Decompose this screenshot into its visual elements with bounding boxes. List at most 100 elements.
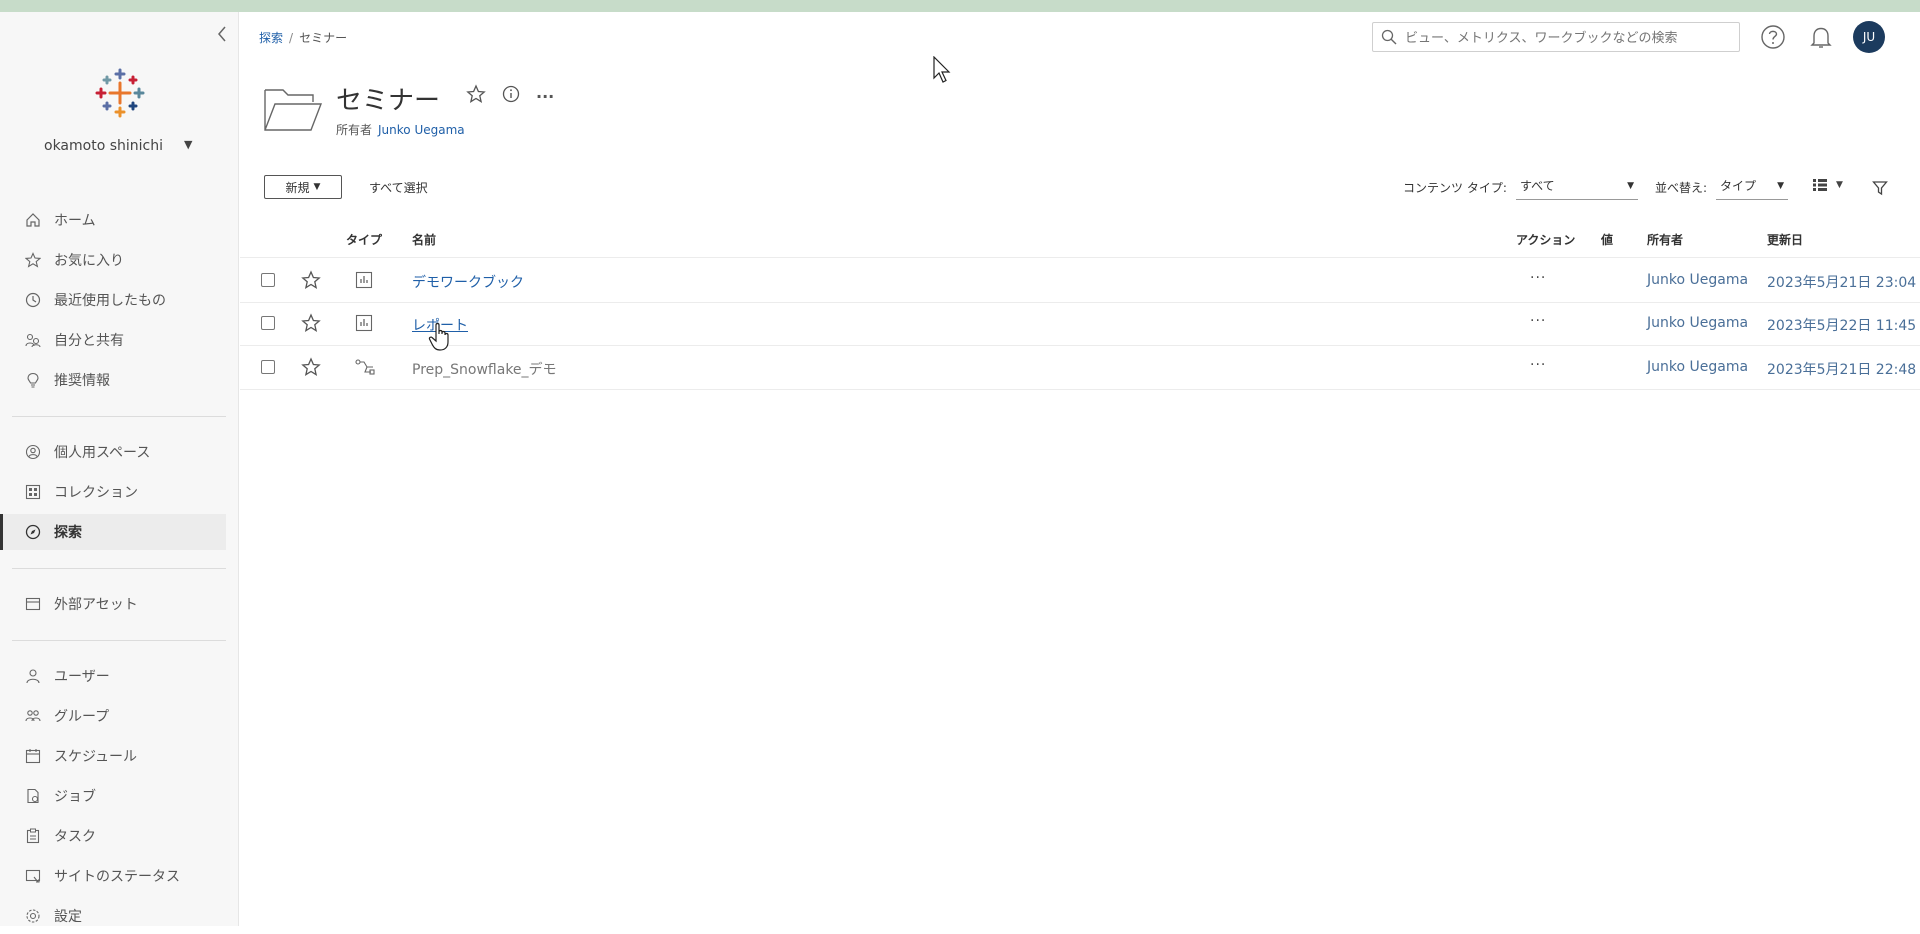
nav-label: ホーム <box>54 213 96 229</box>
nav-external-assets[interactable]: 外部アセット <box>0 586 226 622</box>
row-owner: Junko Uegama <box>1647 272 1749 288</box>
mouse-cursor-icon <box>933 56 951 83</box>
collection-icon <box>24 483 42 501</box>
nav-label: ジョブ <box>54 789 96 805</box>
item-name-link[interactable]: デモワークブック <box>412 272 524 292</box>
nav-site-status[interactable]: サイトのステータス <box>0 858 226 894</box>
row-modified-date: 2023年5月21日 23:04 <box>1767 275 1917 291</box>
chevron-left-icon <box>218 26 226 42</box>
workbook-icon <box>355 314 373 332</box>
nav-recommendations[interactable]: 推奨情報 <box>0 362 226 398</box>
job-icon <box>24 787 42 805</box>
content-type-dropdown[interactable]: すべて ▼ <box>1516 174 1638 200</box>
help-icon[interactable] <box>1760 24 1786 50</box>
browser-top-strip <box>0 0 1920 12</box>
nav-label: 設定 <box>54 909 82 925</box>
nav-label: ユーザー <box>54 669 110 685</box>
nav-label: 外部アセット <box>54 597 138 613</box>
new-button-label: 新規 <box>285 180 310 195</box>
person-circle-icon <box>24 443 42 461</box>
caret-down-icon: ▼ <box>184 138 193 151</box>
row-checkbox[interactable] <box>261 273 275 287</box>
search-box[interactable] <box>1372 22 1740 52</box>
owner-link[interactable]: Junko Uegama <box>378 123 465 137</box>
table-row[interactable]: Prep_Snowflake_デモ ··· Junko Uegama 2023年… <box>240 345 1920 390</box>
owner-label: 所有者 <box>336 123 373 137</box>
hand-cursor-icon <box>428 322 449 351</box>
breadcrumb-explore-link[interactable]: 探索 <box>259 31 283 45</box>
row-owner: Junko Uegama <box>1647 359 1749 375</box>
sort-label: 並べ替え: <box>1655 181 1708 195</box>
column-header-name[interactable]: 名前 <box>412 231 436 248</box>
avatar[interactable]: JU <box>1853 21 1885 53</box>
nav-label: スケジュール <box>54 749 138 765</box>
nav-tasks[interactable]: タスク <box>0 818 226 854</box>
site-status-icon <box>24 867 42 885</box>
more-actions-button[interactable]: ··· <box>536 87 554 106</box>
nav-label: グループ <box>54 709 110 725</box>
favorite-star-icon[interactable] <box>466 84 486 108</box>
row-actions-button[interactable]: ··· <box>1530 270 1546 286</box>
sidebar-divider <box>12 568 226 569</box>
folder-icon <box>264 89 323 131</box>
nav-label: 推奨情報 <box>54 373 110 389</box>
nav-collections[interactable]: コレクション <box>0 474 226 510</box>
bell-icon[interactable] <box>1808 24 1834 50</box>
search-input[interactable] <box>1403 27 1735 49</box>
row-modified-date: 2023年5月21日 22:48 <box>1767 362 1917 378</box>
nav-home[interactable]: ホーム <box>0 202 226 238</box>
clock-icon <box>24 291 42 309</box>
star-icon <box>24 251 42 269</box>
row-actions-button[interactable]: ··· <box>1530 313 1546 329</box>
nav-users[interactable]: ユーザー <box>0 658 226 694</box>
user-name: okamoto shinichi <box>44 138 163 154</box>
nav-jobs[interactable]: ジョブ <box>0 778 226 814</box>
site-user-menu[interactable]: okamoto shinichi ▼ <box>44 138 214 154</box>
nav-schedules[interactable]: スケジュール <box>0 738 226 774</box>
row-actions-button[interactable]: ··· <box>1530 357 1546 373</box>
row-modified-date: 2023年5月22日 11:45 <box>1767 318 1917 334</box>
content-type-value: すべて <box>1520 179 1555 193</box>
sort-dropdown[interactable]: タイプ ▼ <box>1716 174 1788 200</box>
collapse-sidebar-button[interactable] <box>212 26 232 46</box>
list-view-icon <box>1813 179 1827 191</box>
lightbulb-icon <box>24 371 42 389</box>
sidebar-divider <box>12 416 226 417</box>
column-header-modified[interactable]: 更新日 <box>1767 231 1803 248</box>
caret-down-icon: ▼ <box>1777 181 1784 191</box>
column-header-type[interactable]: タイプ <box>346 231 382 248</box>
nav-recents[interactable]: 最近使用したもの <box>0 282 226 318</box>
nav-settings[interactable]: 設定 <box>0 898 226 934</box>
new-button[interactable]: 新規 ▼ <box>264 175 342 199</box>
search-icon <box>1381 29 1397 45</box>
view-toggle[interactable]: ▼ <box>1812 178 1843 192</box>
column-header-owner[interactable]: 所有者 <box>1647 231 1683 248</box>
column-header-value[interactable]: 値 <box>1601 231 1613 248</box>
nav-favorites[interactable]: お気に入り <box>0 242 226 278</box>
item-name-link[interactable]: Prep_Snowflake_デモ <box>412 359 557 379</box>
task-icon <box>24 827 42 845</box>
row-checkbox[interactable] <box>261 360 275 374</box>
home-icon <box>24 211 42 229</box>
nav-label: お気に入り <box>54 253 124 269</box>
table-row[interactable]: レポート ··· Junko Uegama 2023年5月22日 11:45 <box>240 301 1920 346</box>
table-row[interactable]: デモワークブック ··· Junko Uegama 2023年5月21日 23:… <box>240 257 1920 303</box>
caret-down-icon: ▼ <box>1627 181 1634 191</box>
nav-groups[interactable]: グループ <box>0 698 226 734</box>
favorite-star-icon[interactable] <box>301 357 321 377</box>
share-icon <box>24 331 42 349</box>
nav-label: 最近使用したもの <box>54 293 166 309</box>
content-type-label: コンテンツ タイプ: <box>1403 181 1507 195</box>
workbook-icon <box>355 271 373 289</box>
favorite-star-icon[interactable] <box>301 313 321 333</box>
nav-personal-space[interactable]: 個人用スペース <box>0 434 226 470</box>
row-checkbox[interactable] <box>261 316 275 330</box>
nav-explore[interactable]: 探索 <box>0 514 226 550</box>
filter-icon[interactable] <box>1872 180 1888 196</box>
info-icon[interactable] <box>502 85 520 107</box>
compass-icon <box>24 523 42 541</box>
select-all-button[interactable]: すべて選択 <box>369 179 428 196</box>
nav-shared-with-me[interactable]: 自分と共有 <box>0 322 226 358</box>
nav-label: 個人用スペース <box>54 445 151 461</box>
favorite-star-icon[interactable] <box>301 270 321 290</box>
